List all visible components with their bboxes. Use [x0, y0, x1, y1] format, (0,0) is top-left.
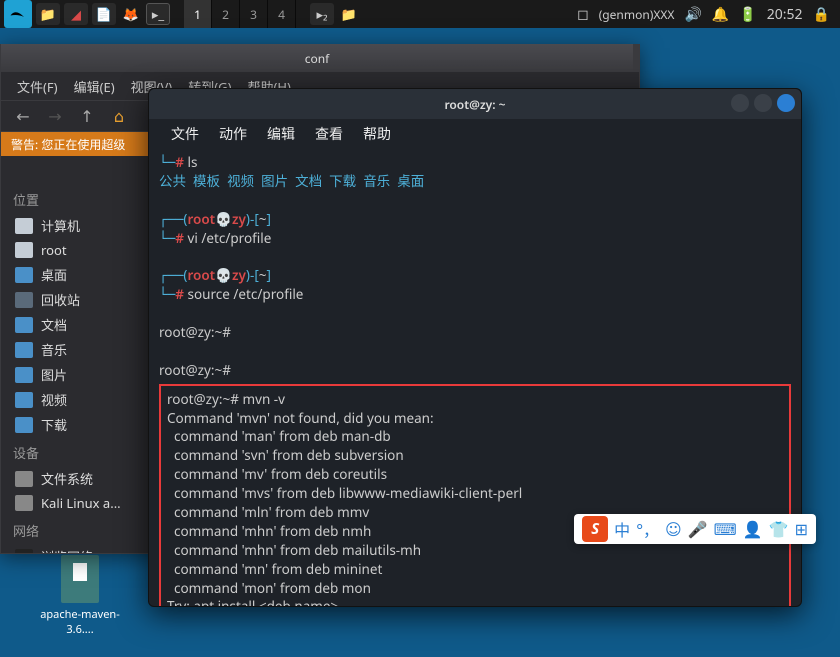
fm-menu-file[interactable]: 文件(F) — [11, 74, 64, 99]
maximize-button[interactable] — [754, 94, 772, 112]
volume-icon[interactable]: 🔊 — [684, 5, 701, 24]
term-title-text: root@zy: ~ — [444, 96, 505, 113]
app-shortcut-3[interactable]: 📄 — [92, 3, 116, 25]
genmon-text: (genmon)XXX — [599, 6, 675, 23]
taskbar-right: ◻ (genmon)XXX 🔊 🔔 🔋 20:52 🔒 — [577, 5, 840, 24]
sidebar-browse-network[interactable]: 浏览网络 — [5, 544, 147, 553]
fm-titlebar[interactable]: conf — [1, 44, 639, 72]
taskbar: 📁 ◢ 📄 🦊 ▸_ 1 2 3 4 ▸₂ 📁 ◻ (genmon)XXX 🔊 … — [0, 0, 840, 28]
clock[interactable]: 20:52 — [767, 5, 803, 24]
term-menubar: 文件 动作 编辑 查看 帮助 — [149, 119, 801, 149]
workspace-1[interactable]: 1 — [184, 0, 212, 28]
devices-header: 设备 — [5, 437, 147, 466]
fm-title-text: conf — [305, 50, 330, 67]
ime-skin-icon[interactable]: 👕 — [769, 518, 789, 540]
desktop-file[interactable]: apache-maven-3.6.... — [35, 555, 125, 637]
desktop-file-label: apache-maven-3.6.... — [35, 607, 125, 637]
kali-menu-icon[interactable] — [4, 0, 32, 28]
ime-face-icon[interactable]: ☺ — [665, 518, 682, 540]
app-shortcut-1[interactable]: 📁 — [36, 3, 60, 25]
sidebar-kali-disk[interactable]: Kali Linux a... — [5, 491, 147, 515]
taskbar-window-2[interactable]: 📁 — [338, 3, 360, 25]
network-header: 网络 — [5, 515, 147, 544]
ime-toolbar[interactable]: S 中 °， ☺ 🎤 ⌨ 👤 👕 ⊞ — [574, 514, 816, 544]
notification-icon[interactable]: 🔔 — [712, 5, 729, 24]
sidebar-computer[interactable]: 计算机 — [5, 213, 147, 238]
sidebar-trash[interactable]: 回收站 — [5, 287, 147, 312]
term-menu-view[interactable]: 查看 — [307, 121, 351, 147]
workspace-2[interactable]: 2 — [212, 0, 240, 28]
fm-menu-edit[interactable]: 编辑(E) — [68, 74, 121, 99]
terminal-shortcut-icon[interactable]: ▸_ — [146, 3, 170, 25]
ime-punct-icon[interactable]: °， — [636, 517, 659, 541]
error-highlight-box: root@zy:~# mvn -v Command 'mvn' not foun… — [159, 384, 791, 606]
ime-voice-icon[interactable]: 🎤 — [688, 518, 708, 540]
ime-user-icon[interactable]: 👤 — [743, 518, 763, 540]
fm-sidebar: 位置 计算机 root 桌面 回收站 文档 音乐 图片 视频 下载 设备 文件系… — [1, 184, 151, 553]
app-shortcut-2[interactable]: ◢ — [64, 3, 88, 25]
ime-grid-icon[interactable]: ⊞ — [795, 518, 808, 540]
sidebar-documents[interactable]: 文档 — [5, 312, 147, 337]
workspace-switcher: 1 2 3 4 — [184, 0, 296, 28]
sidebar-videos[interactable]: 视频 — [5, 387, 147, 412]
home-button[interactable]: ⌂ — [107, 104, 131, 128]
term-titlebar[interactable]: root@zy: ~ — [149, 89, 801, 119]
ime-lang[interactable]: 中 — [614, 517, 630, 541]
close-button[interactable] — [777, 94, 795, 112]
firefox-icon[interactable]: 🦊 — [120, 3, 142, 25]
lock-icon[interactable]: 🔒 — [813, 5, 830, 24]
places-header: 位置 — [5, 184, 147, 213]
term-menu-file[interactable]: 文件 — [163, 121, 207, 147]
sidebar-filesystem[interactable]: 文件系统 — [5, 466, 147, 491]
sidebar-downloads[interactable]: 下载 — [5, 412, 147, 437]
workspace-4[interactable]: 4 — [268, 0, 296, 28]
term-menu-help[interactable]: 帮助 — [355, 121, 399, 147]
sidebar-desktop[interactable]: 桌面 — [5, 262, 147, 287]
back-button[interactable]: ← — [11, 104, 35, 128]
term-menu-edit[interactable]: 编辑 — [259, 121, 303, 147]
taskbar-window-1[interactable]: ▸₂ — [310, 3, 334, 25]
battery-icon[interactable]: 🔋 — [739, 5, 756, 24]
ime-keyboard-icon[interactable]: ⌨ — [714, 518, 737, 540]
term-menu-action[interactable]: 动作 — [211, 121, 255, 147]
minimize-button[interactable] — [731, 94, 749, 112]
forward-button[interactable]: → — [43, 104, 67, 128]
window-controls — [731, 94, 795, 112]
tray-icon[interactable]: ◻ — [577, 5, 589, 24]
taskbar-left: 📁 ◢ 📄 🦊 ▸_ 1 2 3 4 ▸₂ 📁 — [0, 0, 360, 28]
ime-logo-icon[interactable]: S — [582, 516, 608, 542]
sidebar-pictures[interactable]: 图片 — [5, 362, 147, 387]
up-button[interactable]: ↑ — [75, 104, 99, 128]
workspace-3[interactable]: 3 — [240, 0, 268, 28]
archive-icon — [61, 555, 99, 603]
sidebar-root[interactable]: root — [5, 238, 147, 262]
sidebar-music[interactable]: 音乐 — [5, 337, 147, 362]
